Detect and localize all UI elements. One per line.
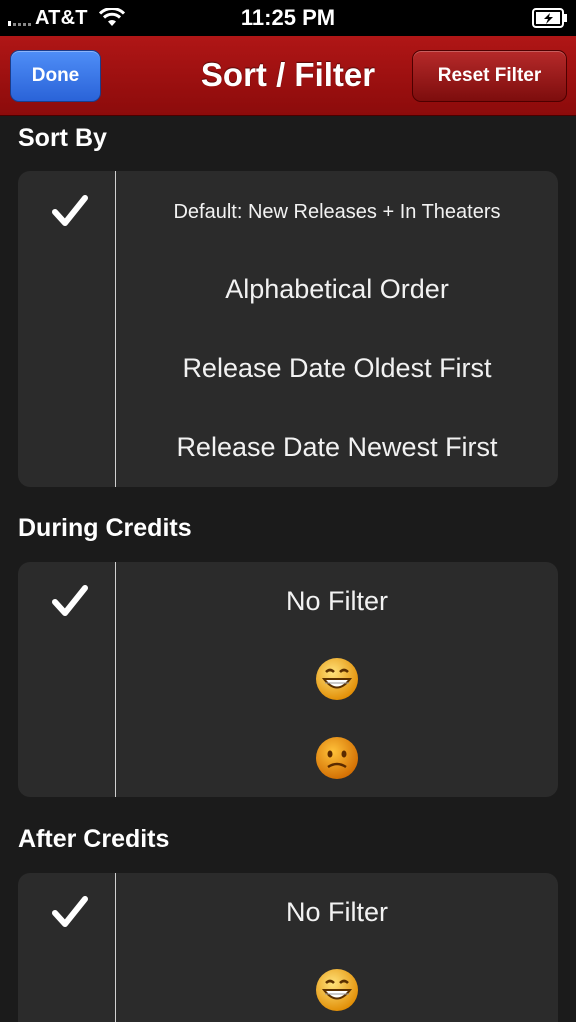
after-filter-none[interactable]: No Filter	[116, 873, 558, 952]
frowning-face-icon	[316, 736, 358, 779]
grinning-face-icon	[316, 968, 358, 1011]
section-header-sort-by: Sort By	[18, 124, 107, 152]
status-bar: AT&T 11:25 PM	[0, 0, 576, 36]
section-header-during-credits: During Credits	[18, 514, 192, 542]
grinning-face-icon	[316, 657, 358, 700]
sort-by-group: Default: New Releases + In Theaters Alph…	[18, 171, 558, 487]
battery-charging-icon	[532, 8, 567, 28]
reset-filter-button[interactable]: Reset Filter	[412, 50, 567, 102]
during-filter-happy[interactable]	[116, 639, 558, 718]
after-credits-group: No Filter	[18, 873, 558, 1022]
section-header-after-credits: After Credits	[18, 825, 170, 853]
sort-option-oldest-first[interactable]: Release Date Oldest First	[116, 329, 558, 408]
status-time: 11:25 PM	[240, 5, 336, 30]
sort-option-alphabetical[interactable]: Alphabetical Order	[116, 250, 558, 329]
checkmark-icon	[52, 585, 88, 616]
checkmark-icon	[52, 896, 88, 927]
checkmark-icon	[52, 195, 88, 226]
nav-bar: Done Sort / Filter Reset Filter	[0, 36, 576, 116]
sort-option-default[interactable]: Default: New Releases + In Theaters	[116, 173, 558, 252]
during-filter-sad[interactable]	[116, 718, 558, 797]
during-credits-group: No Filter	[18, 562, 558, 797]
during-filter-none[interactable]: No Filter	[116, 562, 558, 641]
sort-option-newest-first[interactable]: Release Date Newest First	[116, 408, 558, 487]
after-filter-happy[interactable]	[116, 950, 558, 1022]
